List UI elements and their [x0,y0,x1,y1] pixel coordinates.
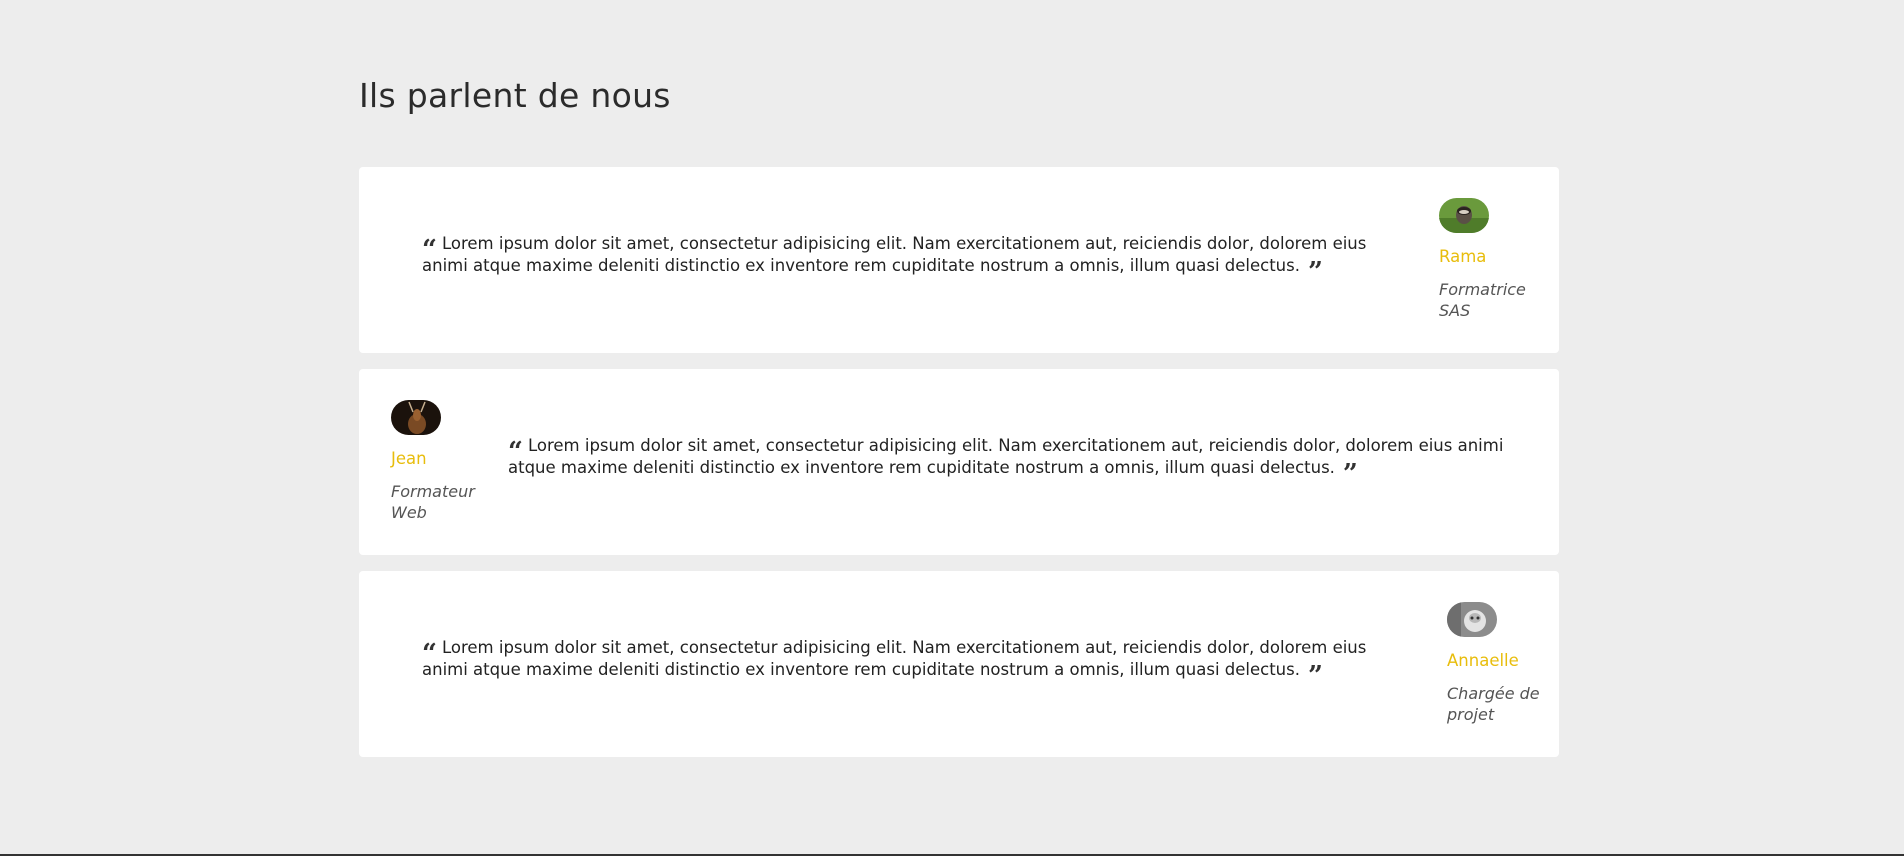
avatar [1447,602,1497,637]
close-quote-icon: ” [1307,661,1323,691]
testimonial-quote: “Lorem ipsum dolor sit amet, consectetur… [508,435,1508,489]
close-quote-icon: ” [1342,459,1358,489]
author-name: Jean [391,449,427,468]
testimonial-card: “Lorem ipsum dolor sit amet, consectetur… [359,167,1559,353]
testimonial-card: Jean Formateur Web “Lorem ipsum dolor si… [359,369,1559,555]
avatar [1439,198,1489,233]
avatar [391,400,441,435]
open-quote-icon: “ [508,437,523,467]
testimonial-author: Annaelle Chargée de projet [1447,602,1547,725]
author-name: Annaelle [1447,651,1519,670]
author-name: Rama [1439,247,1487,266]
testimonial-author: Rama Formatrice SAS [1439,198,1539,321]
quote-text: Lorem ipsum dolor sit amet, consectetur … [422,234,1367,275]
open-quote-icon: “ [422,235,437,265]
testimonial-quote: “Lorem ipsum dolor sit amet, consectetur… [422,233,1397,287]
testimonial-author: Jean Formateur Web [391,400,491,523]
author-role: Formatrice SAS [1439,280,1526,320]
author-role: Formateur Web [391,482,475,522]
open-quote-icon: “ [422,639,437,669]
testimonial-quote: “Lorem ipsum dolor sit amet, consectetur… [422,637,1397,691]
section-title: Ils parlent de nous [359,76,671,115]
quote-text: Lorem ipsum dolor sit amet, consectetur … [422,638,1367,679]
testimonial-card: “Lorem ipsum dolor sit amet, consectetur… [359,571,1559,757]
close-quote-icon: ” [1307,257,1323,287]
author-role: Chargée de projet [1447,684,1540,724]
